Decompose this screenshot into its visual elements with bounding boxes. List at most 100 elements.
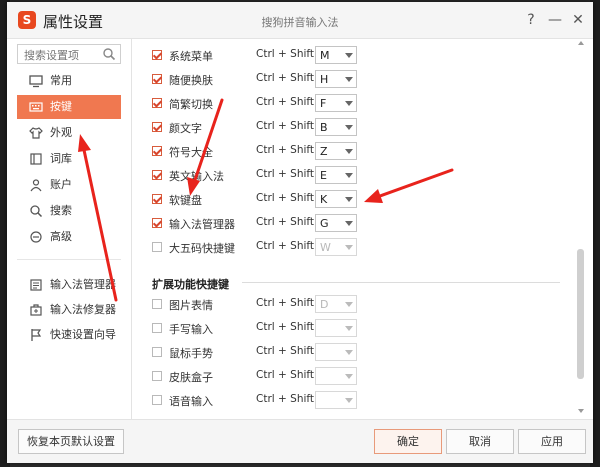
sidebar-item-label: 高级 xyxy=(50,230,72,243)
key-value: B xyxy=(320,121,328,134)
manager-icon xyxy=(30,279,42,291)
key-select[interactable] xyxy=(315,391,357,409)
checkbox[interactable] xyxy=(152,395,162,405)
key-select[interactable] xyxy=(315,319,357,337)
dropdown-arrow-icon xyxy=(345,350,353,355)
shortcut-row-handwriting: 手写输入 Ctrl + Shift + xyxy=(152,318,372,340)
checkbox[interactable] xyxy=(152,50,162,60)
sidebar-item-label: 按键 xyxy=(50,100,72,113)
shortcut-row-voice-input: 语音输入 Ctrl + Shift + xyxy=(152,390,372,412)
search-input[interactable] xyxy=(22,46,106,64)
shortcut-label: 简繁切换 xyxy=(169,98,213,111)
shortcut-row-image-emoji: 图片表情 Ctrl + Shift + D xyxy=(152,294,372,316)
checkbox[interactable] xyxy=(152,323,162,333)
key-select[interactable]: M xyxy=(315,46,357,64)
key-select[interactable]: K xyxy=(315,190,357,208)
sidebar-item-keys[interactable]: 按键 xyxy=(17,95,121,119)
checkbox[interactable] xyxy=(152,146,162,156)
sidebar-item-label: 快速设置向导 xyxy=(50,328,116,341)
checkbox[interactable] xyxy=(152,194,162,204)
ok-button[interactable]: 确定 xyxy=(374,429,442,454)
sidebar-item-label: 搜索 xyxy=(50,204,72,217)
key-value: H xyxy=(320,73,329,86)
restore-defaults-button[interactable]: 恢复本页默认设置 xyxy=(18,429,124,454)
shortcut-label: 随便换肤 xyxy=(169,74,213,87)
key-select[interactable]: F xyxy=(315,94,357,112)
repair-icon xyxy=(30,304,42,316)
shirt-icon xyxy=(29,127,43,139)
key-select[interactable]: H xyxy=(315,70,357,88)
key-select[interactable] xyxy=(315,367,357,385)
shortcut-row-system-menu: 系统菜单 Ctrl + Shift + M xyxy=(152,45,372,67)
key-value: W xyxy=(320,241,331,254)
checkbox[interactable] xyxy=(152,299,162,309)
sidebar-item-advanced[interactable]: 高级 xyxy=(17,225,121,249)
checkbox[interactable] xyxy=(152,347,162,357)
shortcut-label: 手写输入 xyxy=(169,323,213,336)
key-select[interactable]: W xyxy=(315,238,357,256)
close-button[interactable]: ✕ xyxy=(567,9,589,31)
help-button[interactable]: ? xyxy=(520,9,542,31)
sidebar-divider xyxy=(17,259,121,260)
sidebar-item-label: 外观 xyxy=(50,126,72,139)
checkbox[interactable] xyxy=(152,218,162,228)
key-value: E xyxy=(320,169,327,182)
checkbox[interactable] xyxy=(152,371,162,381)
shortcut-label: 英文输入法 xyxy=(169,170,224,183)
scroll-down-icon[interactable] xyxy=(578,409,584,413)
key-select[interactable]: B xyxy=(315,118,357,136)
key-value: Z xyxy=(320,145,328,158)
shortcut-row-kaomoji: 颜文字 Ctrl + Shift + B xyxy=(152,117,372,139)
sidebar-item-label: 词库 xyxy=(50,152,72,165)
section-divider xyxy=(242,282,560,283)
shortcut-row-symbols: 符号大全 Ctrl + Shift + Z xyxy=(152,141,372,163)
shortcut-row-ime-manager: 输入法管理器 Ctrl + Shift + G xyxy=(152,213,372,235)
shortcut-row-soft-keyboard: 软键盘 Ctrl + Shift + K xyxy=(152,189,372,211)
shortcut-row-skin-box: 皮肤盒子 Ctrl + Shift + xyxy=(152,366,372,388)
key-select[interactable]: Z xyxy=(315,142,357,160)
window-subtitle: 搜狗拼音输入法 xyxy=(261,16,339,29)
shortcut-label: 皮肤盒子 xyxy=(169,371,213,384)
checkbox[interactable] xyxy=(152,122,162,132)
vertical-scrollbar[interactable] xyxy=(576,39,586,419)
shortcut-label: 系统菜单 xyxy=(169,50,213,63)
sidebar-tool-wizard[interactable]: 快速设置向导 xyxy=(17,323,121,347)
sidebar-item-appearance[interactable]: 外观 xyxy=(17,121,121,145)
key-select[interactable]: G xyxy=(315,214,357,232)
sidebar-item-common[interactable]: 常用 xyxy=(17,69,121,93)
key-value: M xyxy=(320,49,330,62)
search-box[interactable] xyxy=(17,44,121,64)
checkbox[interactable] xyxy=(152,98,162,108)
minimize-button[interactable]: — xyxy=(544,9,566,31)
key-value: D xyxy=(320,298,329,311)
shortcut-label: 语音输入 xyxy=(169,395,213,408)
dropdown-arrow-icon xyxy=(345,326,353,331)
user-icon xyxy=(30,179,42,192)
apply-button[interactable]: 应用 xyxy=(518,429,586,454)
settings-window: S 属性设置 搜狗拼音输入法 ? — ✕ 常用 按键 外观 词库 xyxy=(7,2,593,463)
sidebar-tool-manager[interactable]: 输入法管理器 xyxy=(17,273,121,297)
scroll-up-icon[interactable] xyxy=(578,41,584,45)
key-select[interactable]: E xyxy=(315,166,357,184)
sidebar-item-dictionary[interactable]: 词库 xyxy=(17,147,121,171)
sidebar-tool-repair[interactable]: 输入法修复器 xyxy=(17,298,121,322)
shortcut-label: 大五码快捷键 xyxy=(169,242,235,255)
dropdown-arrow-icon xyxy=(345,245,353,250)
sidebar-item-label: 常用 xyxy=(50,74,72,87)
shortcut-settings-panel: 系统菜单 Ctrl + Shift + M 随便换肤 Ctrl + Shift … xyxy=(132,39,593,419)
shortcut-label: 图片表情 xyxy=(169,299,213,312)
checkbox[interactable] xyxy=(152,242,162,252)
shortcut-row-random-skin: 随便换肤 Ctrl + Shift + H xyxy=(152,69,372,91)
checkbox[interactable] xyxy=(152,170,162,180)
sidebar-item-account[interactable]: 账户 xyxy=(17,173,121,197)
sidebar-item-label: 账户 xyxy=(50,178,72,191)
scrollbar-thumb[interactable] xyxy=(577,249,584,379)
key-select[interactable] xyxy=(315,343,357,361)
sidebar-item-search[interactable]: 搜索 xyxy=(17,199,121,223)
checkbox[interactable] xyxy=(152,74,162,84)
search-icon[interactable] xyxy=(102,47,116,61)
dropdown-arrow-icon xyxy=(345,374,353,379)
key-select[interactable]: D xyxy=(315,295,357,313)
cancel-button[interactable]: 取消 xyxy=(446,429,514,454)
dropdown-arrow-icon xyxy=(345,53,353,58)
